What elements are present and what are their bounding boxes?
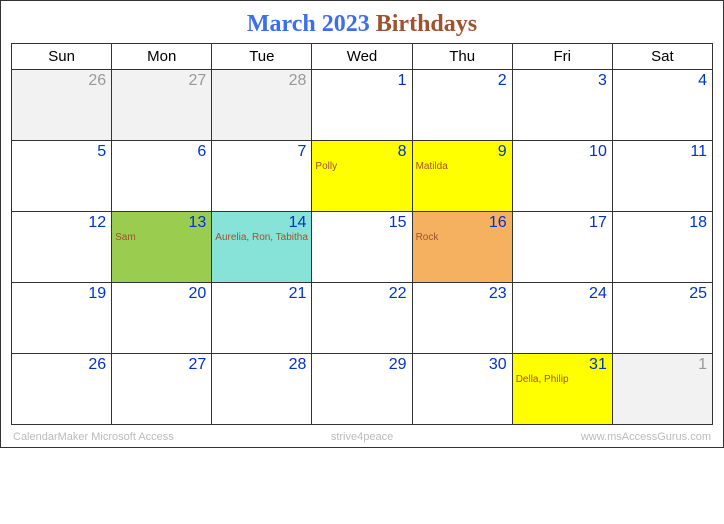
day-cell[interactable]: 26 [12, 354, 112, 425]
day-number: 17 [589, 214, 607, 232]
day-cell[interactable]: 27 [112, 354, 212, 425]
day-cell[interactable]: 22 [312, 283, 412, 354]
day-cell[interactable]: 9 Matilda [413, 141, 513, 212]
weekday-header: Sun [12, 44, 112, 70]
day-number: 10 [589, 143, 607, 161]
day-cell[interactable]: 6 [112, 141, 212, 212]
day-cell[interactable]: 28 [212, 70, 312, 141]
weekday-header: Thu [413, 44, 513, 70]
day-number: 18 [689, 214, 707, 232]
day-cell[interactable]: 2 [413, 70, 513, 141]
day-cell[interactable]: 31 Della, Philip [513, 354, 613, 425]
day-cell[interactable]: 16 Rock [413, 212, 513, 283]
day-number: 16 [489, 214, 507, 232]
day-number: 30 [489, 356, 507, 374]
day-cell[interactable]: 19 [12, 283, 112, 354]
day-number: 21 [289, 285, 307, 303]
footer-right: www.msAccessGurus.com [478, 431, 711, 443]
day-number: 15 [389, 214, 407, 232]
weekday-header: Mon [112, 44, 212, 70]
calendar-grid: SunMonTueWedThuFriSat26272812345678Polly… [11, 43, 713, 425]
day-cell[interactable]: 15 [312, 212, 412, 283]
day-number: 8 [398, 143, 407, 161]
day-cell[interactable]: 3 [513, 70, 613, 141]
day-cell[interactable]: 26 [12, 70, 112, 141]
birthday-event: Rock [416, 232, 439, 243]
day-cell[interactable]: 8 Polly [312, 141, 412, 212]
day-number: 23 [489, 285, 507, 303]
day-number: 22 [389, 285, 407, 303]
day-cell[interactable]: 14Aurelia, Ron, Tabitha [212, 212, 312, 283]
day-number: 25 [689, 285, 707, 303]
day-number: 12 [88, 214, 106, 232]
calendar-container: March 2023 Birthdays SunMonTueWedThuFriS… [0, 0, 724, 448]
day-number: 19 [88, 285, 106, 303]
day-number: 14 [289, 214, 307, 232]
day-cell[interactable]: 30 [413, 354, 513, 425]
birthday-event: Della, Philip [516, 374, 569, 385]
day-number: 27 [188, 72, 206, 90]
day-number: 29 [389, 356, 407, 374]
day-number: 11 [690, 143, 707, 161]
day-cell[interactable]: 12 [12, 212, 112, 283]
day-number: 20 [188, 285, 206, 303]
weekday-header: Fri [513, 44, 613, 70]
day-number: 28 [289, 72, 307, 90]
day-number: 26 [88, 356, 106, 374]
day-cell[interactable]: 17 [513, 212, 613, 283]
day-cell[interactable]: 1 [613, 354, 713, 425]
day-cell[interactable]: 10 [513, 141, 613, 212]
day-number: 24 [589, 285, 607, 303]
birthday-event: Polly [315, 161, 337, 172]
day-cell[interactable]: 20 [112, 283, 212, 354]
day-number: 3 [598, 72, 607, 90]
day-number: 26 [88, 72, 106, 90]
birthday-event: Sam [115, 232, 136, 243]
day-cell[interactable]: 7 [212, 141, 312, 212]
day-cell[interactable]: 13 Sam [112, 212, 212, 283]
day-cell[interactable]: 28 [212, 354, 312, 425]
day-cell[interactable]: 27 [112, 70, 212, 141]
day-cell[interactable]: 5 [12, 141, 112, 212]
day-cell[interactable]: 1 [312, 70, 412, 141]
page-title: March 2023 Birthdays [1, 1, 723, 43]
weekday-header: Sat [613, 44, 713, 70]
day-cell[interactable]: 29 [312, 354, 412, 425]
day-number: 13 [188, 214, 206, 232]
weekday-header: Tue [212, 44, 312, 70]
day-cell[interactable]: 23 [413, 283, 513, 354]
day-cell[interactable]: 25 [613, 283, 713, 354]
day-number: 9 [498, 143, 507, 161]
day-number: 7 [298, 143, 307, 161]
day-number: 4 [698, 72, 707, 90]
day-number: 1 [698, 356, 707, 374]
day-cell[interactable]: 18 [613, 212, 713, 283]
day-number: 28 [289, 356, 307, 374]
day-number: 27 [188, 356, 206, 374]
day-number: 31 [589, 356, 607, 374]
footer-left: CalendarMaker Microsoft Access [13, 431, 246, 443]
day-cell[interactable]: 4 [613, 70, 713, 141]
birthday-event: Matilda [416, 161, 448, 172]
day-cell[interactable]: 21 [212, 283, 312, 354]
weekday-header: Wed [312, 44, 412, 70]
day-number: 6 [197, 143, 206, 161]
title-month: March 2023 [247, 11, 370, 37]
day-cell[interactable]: 11 [613, 141, 713, 212]
footer: CalendarMaker Microsoft Access strive4pe… [1, 429, 723, 447]
birthday-event: Aurelia, Ron, Tabitha [215, 232, 308, 243]
footer-center: strive4peace [246, 431, 479, 443]
day-cell[interactable]: 24 [513, 283, 613, 354]
day-number: 1 [398, 72, 407, 90]
day-number: 5 [97, 143, 106, 161]
day-number: 2 [498, 72, 507, 90]
title-suffix: Birthdays [376, 11, 477, 37]
